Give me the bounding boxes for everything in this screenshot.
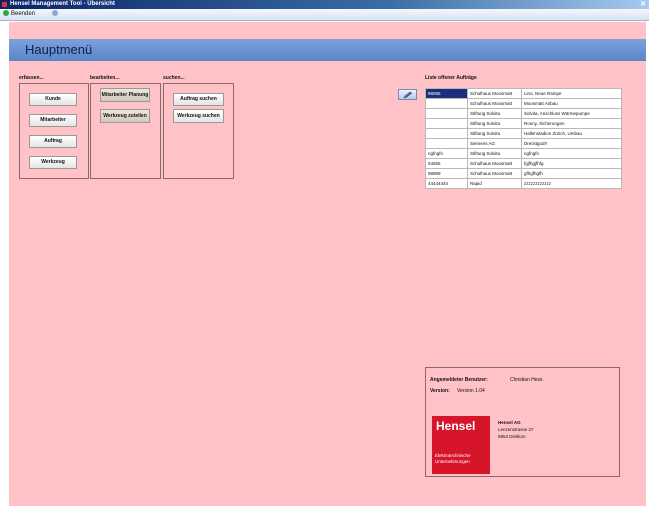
app-icon <box>2 2 7 7</box>
window-title: Hensel Management Tool - Übersicht <box>10 1 115 7</box>
help-button[interactable] <box>52 10 60 19</box>
table-row[interactable]: Stiftung Solvita Solvita, Anschluss Wärme… <box>425 108 622 119</box>
version-value: Version 1.04 <box>457 388 485 394</box>
toolbar: Beenden <box>0 9 649 21</box>
customer-cell[interactable]: Stiftung Solvita <box>467 128 522 139</box>
customer-cell[interactable]: Schulhaus Moosmatt <box>467 98 522 109</box>
description-cell[interactable]: gfhgfhgfh <box>521 168 622 179</box>
group-erfassen: Kunde Mitarbeiter Auftrag Werkzeug <box>19 83 89 179</box>
order-number-cell[interactable] <box>425 98 468 109</box>
order-number-cell[interactable]: 99055 <box>425 88 468 99</box>
pencil-icon <box>403 91 413 99</box>
page-title: Hauptmenü <box>25 42 93 57</box>
orders-list-title: Liste offener Aufträge <box>425 75 477 81</box>
exit-button[interactable]: Beenden <box>3 10 35 19</box>
order-number-cell[interactable]: ngfngfn <box>425 148 468 159</box>
table-row[interactable]: Stiftung Solvita Ronny, Sicherungen <box>425 118 622 129</box>
order-number-cell[interactable] <box>425 128 468 139</box>
company-city: 8953 Dietikon <box>498 434 526 439</box>
table-row[interactable]: 54555 Schulhaus Moosmatt fgjfhgjfhfg <box>425 158 622 169</box>
order-number-cell[interactable]: 54555 <box>425 158 468 169</box>
header-bar: Hauptmenü <box>9 39 646 61</box>
table-row[interactable]: 98989 Schulhaus Moosmatt gfhgfhgfh <box>425 168 622 179</box>
logo-name: Hensel <box>436 419 476 433</box>
werkzeug-suchen-button[interactable]: Werkzeug suchen <box>173 109 224 123</box>
group-bearbeiten: Mitarbeiter Planung Werkzeug zuteilen <box>90 83 161 179</box>
description-cell[interactable]: Solvita, Anschluss Wärmepumpe <box>521 108 622 119</box>
group-suchen: Auftrag suchen Werkzeug suchen <box>163 83 234 179</box>
exit-label: Beenden <box>11 11 36 17</box>
order-number-cell[interactable] <box>425 118 468 129</box>
group-label-bearbeiten: bearbeiten... <box>90 75 120 81</box>
description-cell[interactable]: fgjfhgjfhfg <box>521 158 622 169</box>
group-label-suchen: suchen... <box>163 75 185 81</box>
customer-cell[interactable]: Rapid <box>467 178 522 189</box>
mitarbeiter-button[interactable]: Mitarbeiter <box>29 114 77 127</box>
mitarbeiter-planung-button[interactable]: Mitarbeiter Planung <box>100 88 150 102</box>
user-label: Angemeldeter Benutzer: <box>430 377 488 383</box>
customer-cell[interactable]: Stiftung Solvita <box>467 108 522 119</box>
order-number-cell[interactable] <box>425 138 468 149</box>
description-cell[interactable]: Drecktgod!! <box>521 138 622 149</box>
order-number-cell[interactable]: 44444444 <box>425 178 468 189</box>
logo-subtitle: Elektrotechnische Unternehmungen <box>435 453 471 464</box>
customer-cell[interactable]: Schulhaus Moosmatt <box>467 88 522 99</box>
table-row[interactable]: Siemens AG Drecktgod!! <box>425 138 622 149</box>
orders-table[interactable]: 99055 Schulhaus Moosmatt Lino, Neue Rampe S… <box>425 88 622 189</box>
group-label-erfassen: erfassen... <box>19 75 44 81</box>
title-bar: Hensel Management Tool - Übersicht ✕ <box>0 0 649 9</box>
table-row[interactable]: Schulhaus Moosmatt Moosmatt Anbau <box>425 98 622 109</box>
table-row[interactable]: 99055 Schulhaus Moosmatt Lino, Neue Rampe <box>425 88 622 99</box>
auftrag-suchen-button[interactable]: Auftrag suchen <box>173 93 224 106</box>
auftrag-button[interactable]: Auftrag <box>29 135 77 148</box>
description-cell[interactable]: ngfngfn <box>521 148 622 159</box>
table-row[interactable]: 44444444 Rapid zzzzzzzzzzzz <box>425 178 622 189</box>
werkzeug-button[interactable]: Werkzeug <box>29 156 77 169</box>
description-cell[interactable]: zzzzzzzzzzzz <box>521 178 622 189</box>
kunde-button[interactable]: Kunde <box>29 93 77 106</box>
table-row[interactable]: ngfngfn Stiftung Solvita ngfngfn <box>425 148 622 159</box>
customer-cell[interactable]: Stiftung Solvita <box>467 148 522 159</box>
description-cell[interactable]: Lino, Neue Rampe <box>521 88 622 99</box>
user-value: Christian Hess <box>510 377 543 383</box>
table-row[interactable]: Stiftung Solvita Hallenstadion Zürich, Um… <box>425 128 622 139</box>
werkzeug-zuteilen-button[interactable]: Werkzeug zuteilen <box>100 109 150 123</box>
description-cell[interactable]: Ronny, Sicherungen <box>521 118 622 129</box>
customer-cell[interactable]: Schulhaus Moosmatt <box>467 158 522 169</box>
customer-cell[interactable]: Siemens AG <box>467 138 522 149</box>
customer-cell[interactable]: Stiftung Solvita <box>467 118 522 129</box>
exit-icon <box>3 10 9 17</box>
company-street: Lenzenstrasse 27 <box>498 427 534 432</box>
version-label: Version: <box>430 388 450 394</box>
description-cell[interactable]: Hallenstadion Zürich, Umbau <box>521 128 622 139</box>
order-number-cell[interactable] <box>425 108 468 119</box>
info-box: Angemeldeter Benutzer: Christian Hess Ve… <box>425 367 620 477</box>
help-icon <box>52 10 58 17</box>
order-number-cell[interactable]: 98989 <box>425 168 468 179</box>
description-cell[interactable]: Moosmatt Anbau <box>521 98 622 109</box>
close-icon[interactable]: ✕ <box>640 0 646 9</box>
company-name: Hensel AG <box>498 420 521 425</box>
customer-cell[interactable]: Schulhaus Moosmatt <box>467 168 522 179</box>
company-logo: Hensel Elektrotechnische Unternehmungen <box>432 416 490 474</box>
edit-order-button[interactable] <box>398 89 417 100</box>
main-panel: Hauptmenü erfassen... Kunde Mitarbeiter … <box>9 22 646 506</box>
